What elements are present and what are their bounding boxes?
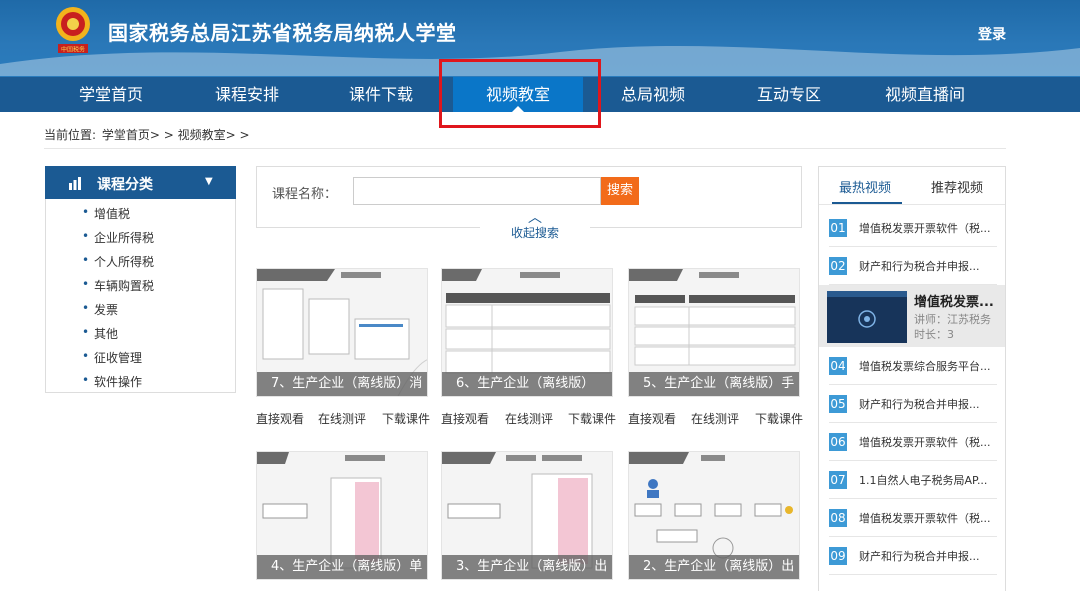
video-card[interactable]: 5、生产企业（离线版）手: [628, 268, 800, 397]
rank-badge: 01: [829, 219, 847, 237]
video-card[interactable]: 7、生产企业（离线版）消: [256, 268, 428, 397]
collapse-search-label: 收起搜索: [510, 226, 559, 240]
rank-title: 财产和行为税合并申报...: [859, 550, 980, 563]
site-header: 中国税务 国家税务总局江苏省税务局纳税人学堂 登录 学堂首页 课程安排 课件下载…: [0, 0, 1080, 112]
online-test-link[interactable]: 在线测评: [318, 410, 366, 427]
featured-title: 增值税发票...: [914, 295, 994, 310]
main-nav: 学堂首页 课程安排 课件下载 视频教室 总局视频 互动专区 视频直播间: [0, 77, 1080, 112]
rank-badge: 08: [829, 509, 847, 527]
search-label: 课程名称：: [272, 187, 338, 202]
category-item[interactable]: 增值税: [82, 205, 130, 222]
rank-title: 财产和行为税合并申报...: [859, 260, 980, 273]
tab-divider: [819, 204, 1005, 205]
ranking-item[interactable]: 05 财产和行为税合并申报...: [829, 385, 997, 423]
ranking-item[interactable]: 08 增值税发票开票软件（税...: [829, 499, 997, 537]
video-card[interactable]: 2、生产企业（离线版）出: [628, 451, 800, 580]
breadcrumb: 当前位置: 学堂首页> > 视频教室> >: [44, 126, 252, 143]
online-test-link[interactable]: 在线测评: [691, 410, 739, 427]
rank-title: 增值税发票开票软件（税...: [859, 436, 991, 449]
rank-title: 增值税发票开票软件（税...: [859, 512, 991, 525]
featured-video-thumbnail: [827, 291, 907, 343]
rank-title: 1.1自然人电子税务局AP...: [859, 474, 988, 487]
nav-item-hq-videos[interactable]: 总局视频: [588, 77, 718, 112]
video-caption: 7、生产企业（离线版）消: [257, 372, 427, 396]
caret-down-icon: ▼: [205, 176, 213, 187]
rank-badge: 06: [829, 433, 847, 451]
video-card[interactable]: 3、生产企业（离线版）出: [441, 451, 613, 580]
nav-item-schedule[interactable]: 课程安排: [182, 77, 312, 112]
video-caption: 2、生产企业（离线版）出: [629, 555, 799, 579]
nav-item-home[interactable]: 学堂首页: [46, 77, 176, 112]
course-name-input[interactable]: [353, 177, 601, 205]
tab-hot-videos[interactable]: 最热视频: [839, 177, 891, 196]
svg-text:中国税务: 中国税务: [61, 46, 85, 54]
nav-item-downloads[interactable]: 课件下载: [316, 77, 446, 112]
site-title: 国家税务总局江苏省税务局纳税人学堂: [108, 21, 457, 45]
ranking-item[interactable]: 04 增值税发票综合服务平台...: [829, 347, 997, 385]
rank-title: 增值税发票综合服务平台...: [859, 360, 991, 373]
watch-link[interactable]: 直接观看: [628, 410, 676, 427]
ranking-item[interactable]: 02 财产和行为税合并申报...: [829, 247, 997, 285]
category-heading: 课程分类: [97, 177, 153, 193]
category-list: 增值税 企业所得税 个人所得税 车辆购置税 发票 其他 征收管理 软件操作: [45, 199, 236, 393]
rank-badge: 05: [829, 395, 847, 413]
category-header[interactable]: 课程分类 ▼: [45, 166, 236, 199]
breadcrumb-prefix: 当前位置:: [44, 128, 97, 142]
ranking-item[interactable]: 07 1.1自然人电子税务局AP...: [829, 461, 997, 499]
hot-videos-panel: 最热视频 推荐视频 01 增值税发票开票软件（税... 02 财产和行为税合并申…: [818, 166, 1006, 591]
video-caption: 3、生产企业（离线版）出: [442, 555, 612, 579]
breadcrumb-divider: [44, 148, 1006, 149]
category-item[interactable]: 征收管理: [82, 349, 142, 366]
chevron-up-icon: ︿: [528, 210, 542, 226]
watch-link[interactable]: 直接观看: [256, 410, 304, 427]
video-card[interactable]: 4、生产企业（离线版）单: [256, 451, 428, 580]
category-item[interactable]: 企业所得税: [82, 229, 154, 246]
watch-link[interactable]: 直接观看: [441, 410, 489, 427]
category-item[interactable]: 其他: [82, 325, 118, 342]
featured-teacher: 讲师：江苏税务: [914, 313, 991, 326]
rank-badge: 07: [829, 471, 847, 489]
bar-chart-icon: [69, 177, 81, 190]
rank-badge: 04: [829, 357, 847, 375]
category-item[interactable]: 发票: [82, 301, 118, 318]
rank-badge: 09: [829, 547, 847, 565]
download-courseware-link[interactable]: 下载课件: [568, 410, 616, 427]
online-test-link[interactable]: 在线测评: [505, 410, 553, 427]
category-item[interactable]: 个人所得税: [82, 253, 154, 270]
video-caption: 5、生产企业（离线版）手: [629, 372, 799, 396]
download-courseware-link[interactable]: 下载课件: [382, 410, 430, 427]
ranking-item[interactable]: 09 财产和行为税合并申报...: [829, 537, 997, 575]
rank-badge: 02: [829, 257, 847, 275]
featured-ranking-item[interactable]: 增值税发票... 讲师：江苏税务 时长：3: [819, 285, 1005, 347]
tax-emblem-logo[interactable]: 中国税务: [50, 4, 96, 56]
video-card[interactable]: 6、生产企业（离线版）: [441, 268, 613, 397]
ranking-item[interactable]: 06 增值税发票开票软件（税...: [829, 423, 997, 461]
search-button[interactable]: 搜索: [601, 177, 639, 205]
nav-item-video-classroom[interactable]: 视频教室: [453, 77, 583, 112]
category-item[interactable]: 软件操作: [82, 373, 142, 390]
video-caption: 6、生产企业（离线版）: [442, 372, 612, 396]
nav-item-live-room[interactable]: 视频直播间: [860, 77, 990, 112]
rank-title: 增值税发票开票软件（税...: [859, 222, 991, 235]
ranking-item[interactable]: 01 增值税发票开票软件（税...: [829, 209, 997, 247]
download-courseware-link[interactable]: 下载课件: [755, 410, 803, 427]
nav-item-interaction[interactable]: 互动专区: [724, 77, 854, 112]
rank-title: 财产和行为税合并申报...: [859, 398, 980, 411]
breadcrumb-path[interactable]: 学堂首页> > 视频教室> >: [102, 128, 250, 142]
collapse-search-toggle[interactable]: ︿ 收起搜索: [480, 210, 590, 242]
video-caption: 4、生产企业（离线版）单: [257, 555, 427, 579]
login-link[interactable]: 登录: [978, 24, 1006, 44]
featured-duration: 时长：3: [914, 328, 954, 341]
tab-recommended-videos[interactable]: 推荐视频: [931, 177, 983, 196]
category-item[interactable]: 车辆购置税: [82, 277, 154, 294]
